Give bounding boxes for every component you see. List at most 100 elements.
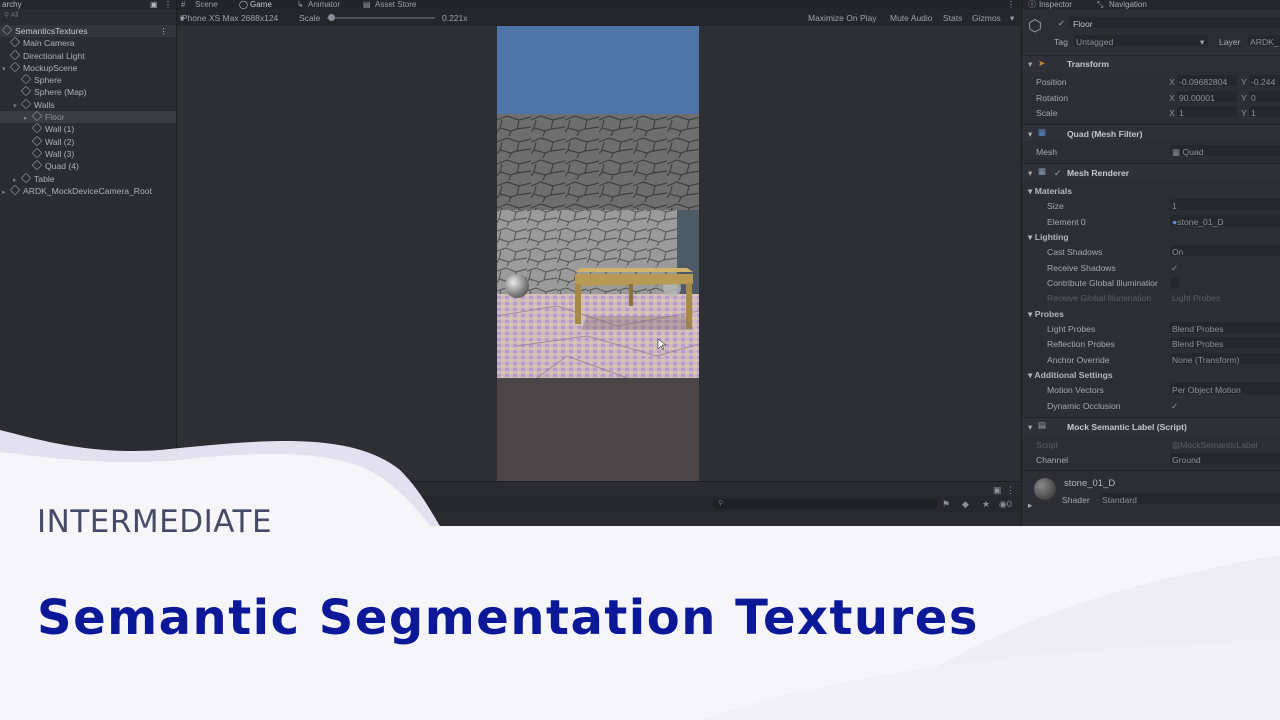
hierarchy-item[interactable]: Wall (2): [0, 135, 176, 148]
gameobject-icon: [20, 86, 32, 97]
scene-root[interactable]: SemanticsTextures ⋮: [0, 24, 176, 38]
contribute-gi-checkbox[interactable]: [1170, 277, 1179, 288]
mesh-filter-icon: ▦: [1038, 127, 1047, 137]
scene-name: SemanticsTextures: [15, 26, 88, 36]
tab-animator[interactable]: Animator: [308, 0, 340, 10]
gameobject-icon: [20, 172, 32, 183]
maximize-on-play-button[interactable]: Maximize On Play: [808, 10, 877, 26]
console-panel: ▣ ⋮ ⚲ ⚑ ◆ ★ ◉0: [177, 481, 1020, 530]
kebab-menu-icon[interactable]: ⋮: [164, 0, 172, 9]
dynamic-occlusion-checkbox[interactable]: ✓: [1171, 401, 1178, 412]
hierarchy-item[interactable]: Quad (4): [0, 159, 176, 172]
enabled-checkbox[interactable]: ✓: [1054, 168, 1061, 179]
cast-shadows-dropdown[interactable]: [1170, 245, 1280, 256]
hierarchy-item-label: Quad (4): [45, 161, 79, 172]
channel-label: Channel: [1036, 455, 1069, 465]
transform-header[interactable]: [1022, 55, 1280, 72]
tab-asset-store[interactable]: Asset Store: [375, 0, 416, 10]
tab-navigation[interactable]: Navigation: [1109, 0, 1147, 9]
kebab-menu-icon[interactable]: ⋮: [159, 25, 168, 37]
hierarchy-item-label: MockupScene: [23, 62, 78, 73]
script-value: ▤MockSemanticLabel: [1172, 440, 1258, 451]
tab-inspector[interactable]: Inspector: [1039, 0, 1072, 9]
chevron-down-icon[interactable]: ▾: [1028, 59, 1032, 70]
active-checkbox[interactable]: ✓: [1058, 18, 1065, 29]
hierarchy-search-input[interactable]: ⚲ All: [0, 9, 176, 22]
filter-icon[interactable]: ⚑: [942, 496, 950, 512]
sphere: [505, 274, 529, 298]
lesson-title: Semantic Segmentation Textures: [37, 590, 979, 646]
hierarchy-item-label: Wall (1): [45, 124, 75, 135]
hierarchy-item-label: Walls: [34, 99, 55, 110]
gameobject-icon: [31, 123, 43, 134]
receive-shadows-checkbox[interactable]: ✓: [1171, 263, 1178, 274]
shader-value: Standard: [1102, 495, 1137, 505]
mesh-label: Mesh: [1036, 147, 1058, 157]
hierarchy-item[interactable]: Wall (3): [0, 147, 176, 160]
probes-foldout[interactable]: ▾ Probes: [1028, 309, 1064, 320]
scale-value: 0.221x: [442, 13, 468, 23]
unity-editor: archy ▣ ⋮ ⚲ All SemanticsTextures ⋮ Main…: [0, 0, 1280, 530]
chevron-right-icon[interactable]: ▸: [1028, 500, 1032, 511]
object-name-field[interactable]: [1069, 17, 1280, 28]
scale-x-label: X: [1169, 108, 1175, 118]
hierarchy-item-label: Wall (2): [45, 136, 75, 147]
chevron-down-icon[interactable]: ▾: [1028, 129, 1032, 140]
scale-slider[interactable]: [327, 17, 435, 19]
chevron-down-icon[interactable]: ▾: [1028, 168, 1032, 179]
additional-settings-foldout[interactable]: ▾ Additional Settings: [1028, 370, 1113, 381]
transform-title: Transform: [1067, 59, 1110, 69]
hierarchy-item[interactable]: ▸ Table: [0, 172, 176, 185]
chevron-down-icon[interactable]: ▾: [1028, 422, 1032, 433]
reflection-probes-value: Blend Probes: [1172, 339, 1224, 349]
hierarchy-item-label: Table: [34, 173, 55, 184]
scale-x-field[interactable]: [1177, 106, 1237, 117]
lock-icon[interactable]: ▣: [150, 0, 158, 9]
sky: [497, 26, 699, 114]
mesh-filter-title: Quad (Mesh Filter): [1067, 129, 1143, 139]
probes-label: Probes: [1034, 309, 1064, 319]
star-icon[interactable]: ★: [982, 496, 990, 512]
mute-audio-button[interactable]: Mute Audio: [890, 10, 933, 26]
console-search-input[interactable]: ⚲: [713, 499, 938, 509]
chevron-down-icon: ▾: [180, 13, 185, 23]
hierarchy-tab[interactable]: archy ▣ ⋮: [0, 0, 176, 9]
hierarchy-item[interactable]: ▾ MockupScene: [0, 61, 176, 74]
size-field[interactable]: [1170, 199, 1280, 210]
tab-game[interactable]: Game: [250, 0, 272, 10]
gameobject-icon: [31, 110, 43, 122]
hierarchy-item[interactable]: Sphere (Map): [0, 86, 176, 98]
visibility-count[interactable]: ◉0: [999, 496, 1012, 512]
chevron-down-icon[interactable]: ▾: [1010, 10, 1014, 26]
channel-value: Ground: [1172, 455, 1201, 465]
info-icon: ⓘ: [1028, 0, 1036, 9]
hierarchy-item-label: ARDK_MockDeviceCamera_Root: [23, 185, 152, 196]
tab-scene[interactable]: Scene: [195, 0, 218, 10]
hierarchy-item[interactable]: ▾ Walls: [0, 98, 176, 111]
hierarchy-item[interactable]: Directional Light: [0, 49, 176, 62]
layer-label: Layer: [1219, 37, 1241, 47]
scale-slider-handle[interactable]: [328, 14, 335, 21]
label-icon[interactable]: ◆: [962, 496, 969, 512]
hierarchy-item[interactable]: ▸ ARDK_MockDeviceCamera_Root: [0, 184, 176, 199]
hierarchy-item[interactable]: Wall (1): [0, 123, 176, 135]
stats-button[interactable]: Stats: [943, 10, 962, 26]
tag-value: Untagged: [1076, 37, 1114, 47]
chevron-right-icon[interactable]: ▸: [2, 187, 10, 199]
hierarchy-item[interactable]: Main Camera: [0, 36, 176, 49]
mesh-value: ▦ Quad: [1172, 147, 1204, 158]
hierarchy-item[interactable]: Sphere: [0, 73, 176, 86]
game-viewport[interactable]: [497, 26, 699, 481]
mesh-filter-header[interactable]: [1022, 124, 1280, 141]
materials-foldout[interactable]: ▾ Materials: [1028, 186, 1072, 197]
gizmos-button[interactable]: Gizmos: [972, 10, 1001, 26]
light-probes-value: Blend Probes: [1172, 324, 1224, 334]
lighting-foldout[interactable]: ▾ Lighting: [1028, 232, 1069, 243]
script-label: Script: [1036, 440, 1058, 450]
kebab-menu-icon[interactable]: ⋮: [1007, 0, 1015, 10]
animator-icon: ↳: [297, 0, 304, 9]
lighting-label: Lighting: [1034, 232, 1069, 242]
inspector-panel: ⓘ Inspector ⤡ Navigation ⬡ ✓ Floor Tag U…: [1021, 0, 1280, 530]
hierarchy-item-selected[interactable]: ▸ Floor: [0, 110, 176, 124]
hierarchy-tab-label: archy: [2, 0, 22, 9]
